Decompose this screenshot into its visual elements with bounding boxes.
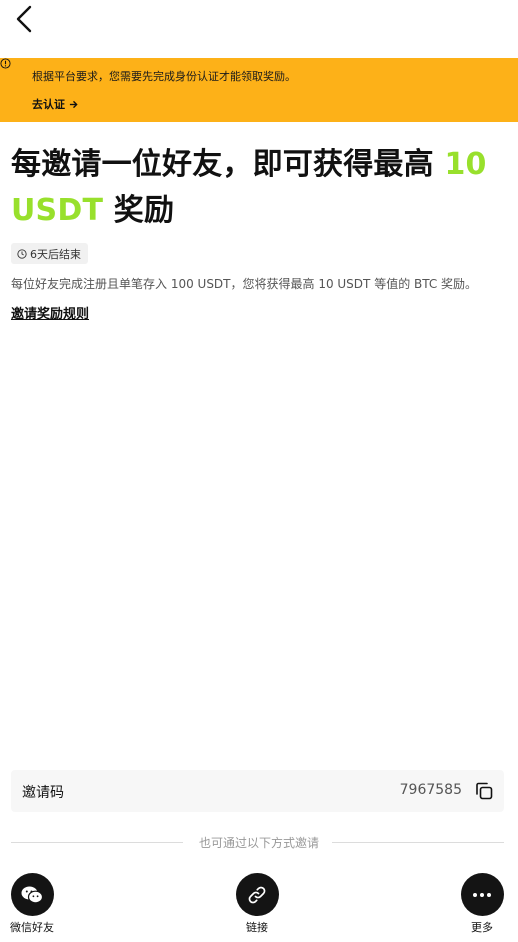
- arrow-right-icon: [69, 100, 78, 108]
- reward-description: 每位好友完成注册且单笔存入 100 USDT，您将获得最高 10 USDT 等值…: [11, 277, 478, 291]
- share-wechat-button[interactable]: 微信好友: [2, 873, 62, 935]
- share-more-label: 更多: [471, 921, 493, 934]
- copy-icon[interactable]: [474, 781, 494, 801]
- verify-link[interactable]: 去认证: [32, 96, 78, 112]
- chevron-left-icon[interactable]: [12, 4, 40, 34]
- share-more-button[interactable]: 更多: [452, 873, 512, 935]
- rules-link[interactable]: 邀请奖励规则: [11, 303, 89, 322]
- divider-right: [332, 842, 504, 843]
- title-prefix: 每邀请一位好友，即可获得最高: [11, 147, 445, 182]
- info-icon: [0, 58, 11, 69]
- share-link-label: 链接: [246, 921, 268, 934]
- verify-link-label: 去认证: [32, 98, 65, 111]
- invite-code-label: 邀请码: [22, 785, 64, 801]
- invite-code-box: 邀请码 7967585: [11, 770, 504, 812]
- countdown-badge: 6天后结束: [11, 243, 88, 264]
- more-icon: [473, 892, 491, 897]
- top-bar: [0, 0, 518, 58]
- countdown-text: 6天后结束: [30, 247, 81, 261]
- share-wechat-label: 微信好友: [10, 921, 54, 934]
- share-link-button[interactable]: 链接: [227, 873, 287, 935]
- page-title: 每邀请一位好友，即可获得最高 10 USDT 奖励: [11, 142, 511, 234]
- invite-code-value: 7967585: [399, 782, 462, 798]
- clock-icon: [17, 248, 27, 259]
- banner-message: 根据平台要求，您需要先完成身份认证才能领取奖励。: [32, 70, 296, 83]
- link-icon: [248, 886, 266, 903]
- title-suffix: 奖励: [103, 193, 175, 228]
- wechat-icon: [21, 886, 44, 903]
